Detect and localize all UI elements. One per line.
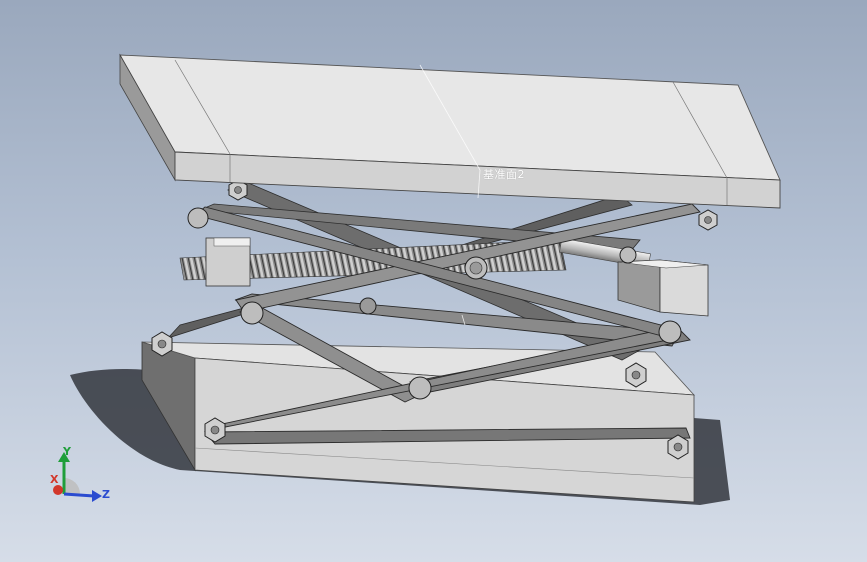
reference-plane-label[interactable]: 基准面2 (483, 166, 525, 182)
scissor-lift-model[interactable] (0, 0, 867, 562)
graphics-viewport[interactable]: 基准面2 Y X Z (0, 0, 867, 562)
x-axis-label: X (50, 473, 59, 486)
top-plate[interactable] (119, 53, 781, 209)
z-axis-arrow (63, 492, 95, 498)
z-axis-label: Z (102, 488, 110, 501)
x-axis-arrow (53, 485, 63, 495)
bearing-block[interactable] (617, 259, 709, 317)
base-plate[interactable] (141, 341, 695, 503)
y-axis-label: Y (63, 445, 71, 458)
